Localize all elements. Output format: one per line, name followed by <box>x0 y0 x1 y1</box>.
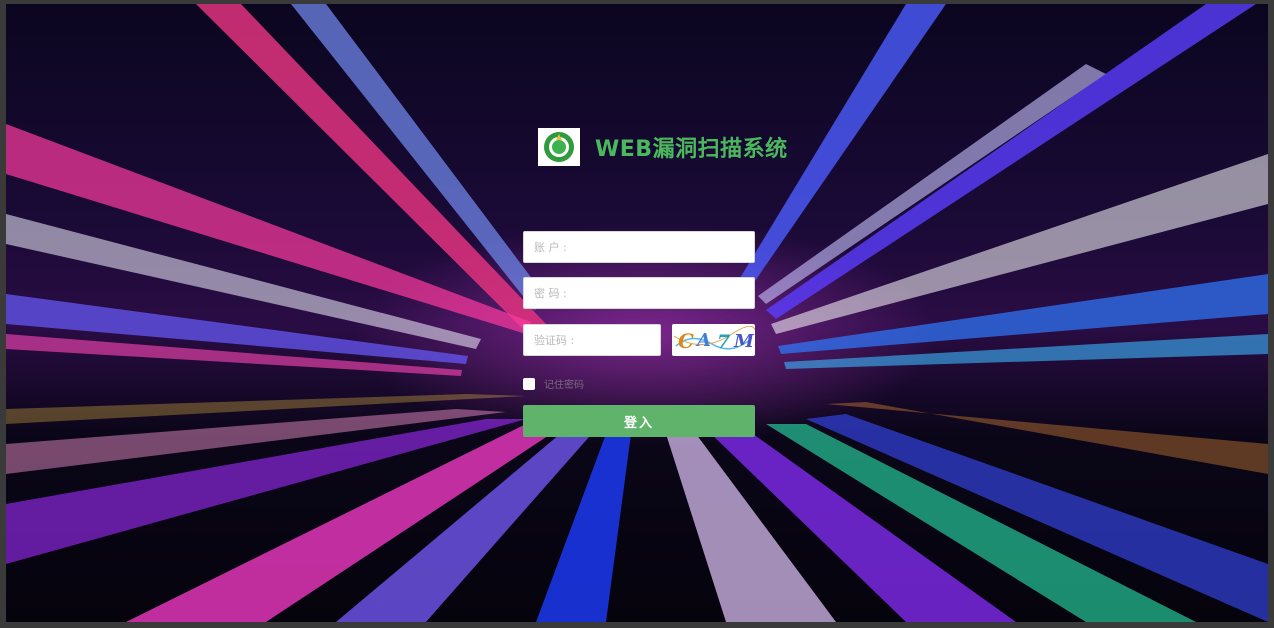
remember-label: 记住密码 <box>544 380 584 391</box>
brand-header: WEB漏洞扫描系统 <box>538 126 788 168</box>
login-button[interactable]: 登入 <box>523 405 755 437</box>
app-title: WEB漏洞扫描系统 <box>595 137 788 162</box>
remember-password[interactable]: 记住密码 <box>523 376 584 391</box>
captcha-input[interactable] <box>523 324 661 356</box>
svg-text:A: A <box>695 330 711 351</box>
background-artwork <box>6 4 1268 622</box>
password-input[interactable] <box>523 277 755 309</box>
green-emblem-icon <box>538 128 580 166</box>
account-input[interactable] <box>523 231 755 263</box>
svg-text:C: C <box>678 329 694 353</box>
login-page: WEB漏洞扫描系统 C A 7 M 记住密码 登入 <box>6 4 1268 622</box>
svg-text:7: 7 <box>717 331 730 353</box>
captcha-image[interactable]: C A 7 M <box>672 324 755 356</box>
svg-text:M: M <box>733 331 755 352</box>
remember-checkbox[interactable] <box>523 377 535 390</box>
